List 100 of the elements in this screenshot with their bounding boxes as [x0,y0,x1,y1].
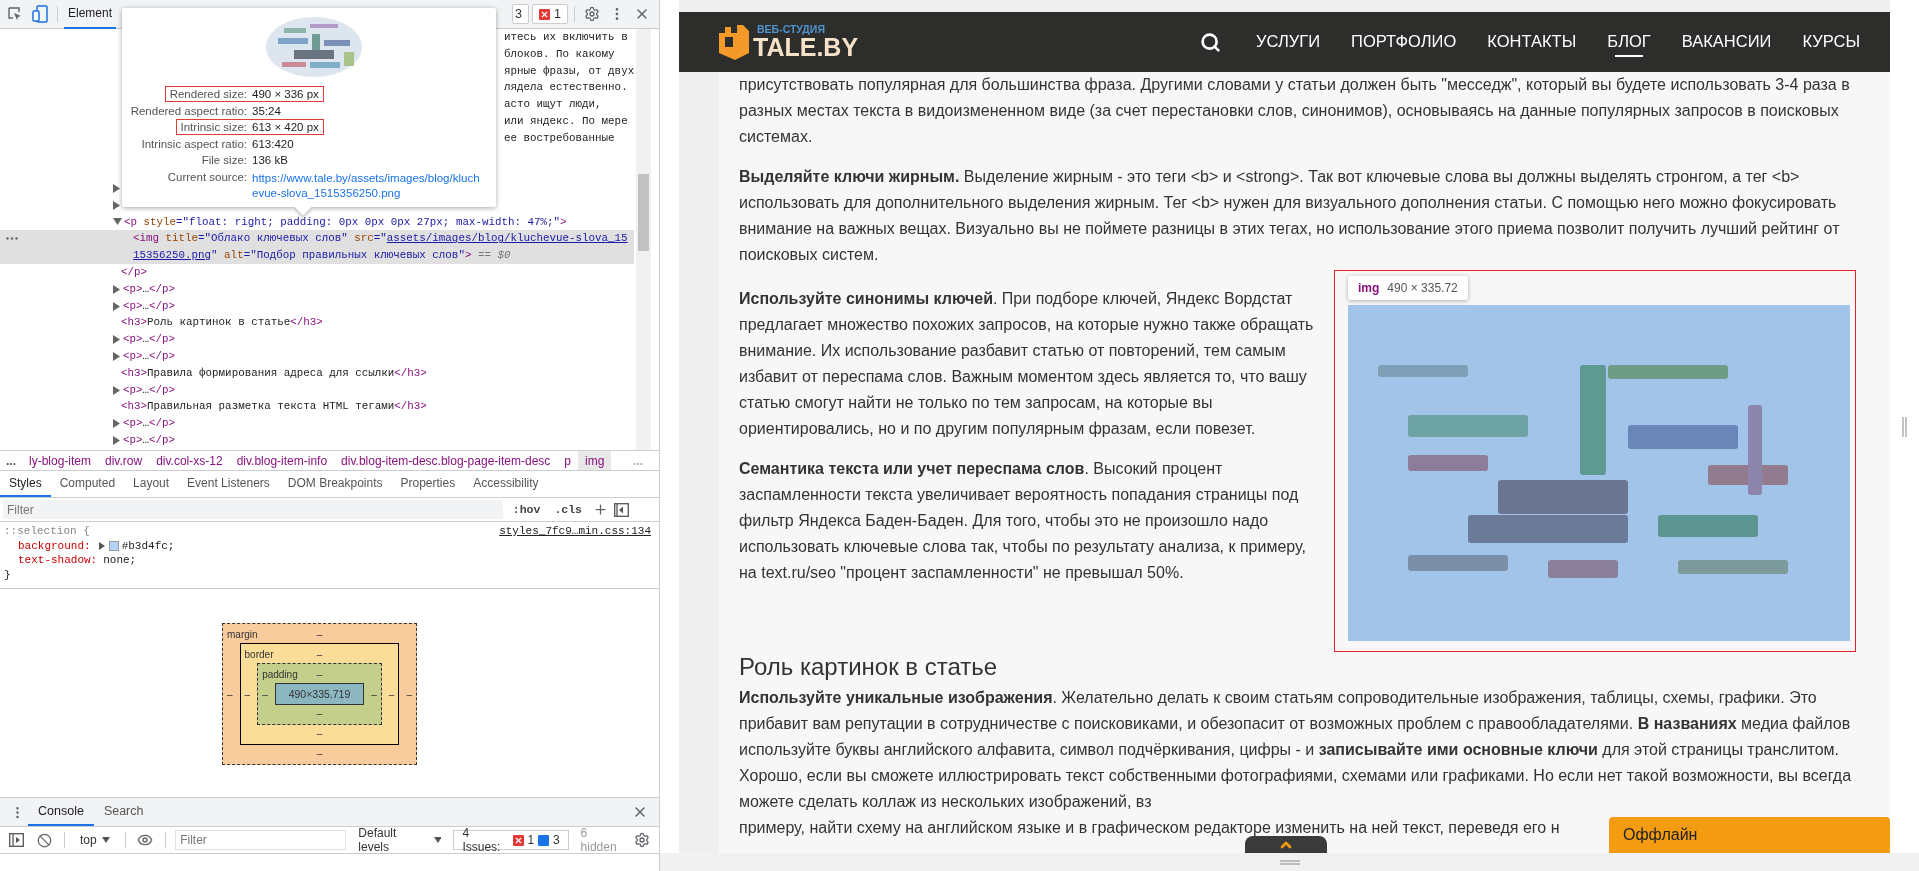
box-value: – [316,649,323,660]
tooltip-label: Intrinsic size: [175,119,252,135]
dom-node-text[interactable]: <p>…</p> [123,297,634,315]
dom-node-text[interactable]: <p>…</p> [123,415,634,432]
section-heading: Роль картинок в статье [739,652,999,682]
triangle-right-icon[interactable] [113,184,121,193]
console-filter-field[interactable]: Filter [175,830,347,850]
more-icon[interactable] [6,237,18,241]
tooltip-value: 613 × 420 px [252,119,324,135]
tooltip-label: File size: [200,153,248,168]
dom-node-text[interactable]: <h3>Правильная разметка текста HTML тегами</h3> [121,398,634,416]
hidden-count: 6 hidden [580,826,618,854]
tooltip-value: 613:420 [252,136,295,152]
dom-node-text[interactable]: </p> [121,264,634,281]
errors-badge[interactable]: 1 [532,4,568,24]
sidebar-tab[interactable]: DOM Breakpoints [278,471,392,497]
sidebar-tab[interactable]: Computed [50,471,125,497]
dom-text-line: лядела естественно. [504,80,628,96]
triangle-right-icon[interactable] [98,541,105,550]
triangle-right-icon[interactable] [113,301,121,311]
css-selector: ::selection { [4,524,90,539]
sidebar-tab[interactable]: Styles [0,471,51,497]
search-icon[interactable] [1200,31,1222,53]
styles-option-button[interactable]: :hov [508,503,545,516]
dom-node-text[interactable]: <p>…</p> [123,280,634,298]
breadcrumb-more[interactable]: ... [0,451,22,470]
dom-node-text[interactable]: <p style="float: right; padding: 0px 0px 0px 27px; max-width: 47%;"> [124,213,634,231]
box-label: padding [262,669,299,680]
box-value: – [316,727,323,739]
dom-node-text[interactable]: <p>…</p> [123,331,634,348]
dom-node-text[interactable]: <img title="Облако ключевых слов" src="assets/images/blog/kluchevue-slova_1515356250.png" alt="Подбор правильных ключевых слов"> == $0 [133,230,634,264]
stylesheet-link[interactable]: styles_7fc9…min.css:134 [499,524,651,539]
article-paragraph: Выделяйте ключи жирным. Выделение жирным - это теги <b> и <strong>. Так вот ключевые слова вы должны выделять стронгом, а тег <b> использовать для дополнительного выделения жирным. Тег <b> нужен для визуального дополнения статьи. С помощью него можно фокусировать внимание на важных вещах. Визуально вы не поймете разницы в этих тегах, но использование этого приема позволит получить лучший рейтинг от поисковых систем. [739,167,1841,265]
scrollbar[interactable] [636,29,651,450]
tooltip-value: 136 kB [252,153,289,168]
levels-dropdown[interactable]: Default levels [352,826,448,854]
breadcrumb[interactable]: div.row [98,451,150,470]
castle-logo-icon[interactable] [717,23,751,61]
breadcrumb[interactable]: div.blog-item-desc.blog-page-item-desc [334,451,558,470]
dom-node-text[interactable]: <h3>Роль картинок в статье</h3> [121,314,634,332]
tooltip-label: Rendered size: [164,86,252,102]
breadcrumb[interactable]: img [578,451,612,470]
box-value: – [316,747,323,759]
box-label: margin [227,629,259,640]
dom-node-text[interactable]: <p>…</p> [123,381,634,399]
content-box: 490×335.719 [274,683,365,705]
device-icon[interactable] [29,3,51,25]
dom-node-text[interactable]: <p>…</p> [123,347,634,365]
styles-filter-field[interactable]: Filter [3,500,503,519]
panel-tab[interactable]: Element [64,0,117,29]
drawer-tab[interactable]: Console [28,798,94,826]
dom-text-line: ярные фразы, от двух [504,63,635,79]
scroll-top-button[interactable] [1245,836,1327,853]
article-paragraph: Используйте синонимы ключей. При подборе ключей, Яндекс Вордстат предлагает множество похожих запросов, на которые нужно также обращать внимание. Их использование разбавит статью от повторений, тем самым избавит от переспама слов. Важным моментом здесь является то, что вашу статью смогут найти не только по тем запросам, на которые вы ориентировались, но и по другим популярным фразам, если повезет. [739,289,1315,439]
sidebar-tab[interactable]: Accessibility [464,471,548,497]
triangle-right-icon[interactable] [113,335,121,345]
breadcrumb[interactable]: ly-blog-item [22,451,99,470]
css-brace: } [4,567,11,582]
dom-node-text[interactable]: <h3>Правила формирования адреса для ссылки</h3> [121,364,634,382]
dom-text-line: итесь их включить в [504,30,628,45]
box-value: – [371,688,377,700]
triangle-right-icon[interactable] [113,419,121,429]
css-property: background: [18,538,91,553]
chat-widget[interactable]: Оффлайн [1609,817,1890,853]
sidebar-tab[interactable]: Layout [124,471,179,497]
article-paragraph: примеру, найти схему на английском языке и в графическом редакторе изменить на ней текст, переведя его н [739,818,1560,838]
sidebar-tab[interactable]: Properties [391,471,465,497]
box-value: – [316,707,323,719]
dom-node-text[interactable]: <p>…</p> [123,431,634,449]
issues-button[interactable]: 4 Issues: 1 3 [453,830,569,850]
styles-option-button[interactable]: .cls [550,503,586,516]
triangle-right-icon[interactable] [113,200,121,210]
triangle-right-icon[interactable] [113,284,121,294]
selected-dom-row[interactable]: <img title="Облако ключевых слов" src="assets/images/blog/kluchevue-slova_1515356250.png" alt="Подбор правильных ключевых слов"> == $0 [0,230,634,264]
dom-text-line: ее востребованные [504,130,615,146]
drawer-tab[interactable]: Search [93,798,154,826]
triangle-right-icon[interactable] [113,351,121,361]
article-paragraph: Семантика текста или учет переспама слов. Высокий процент заспамленности текста увеличивает вероятность попадания страницы под фильтр Яндекса Баден-Баден. Для того, чтобы это не произошло надо использовать ключевые слова так, чтобы по результату анализа, к примеру, на text.ru/seo "процент заспамленности" не превышал 50%. [739,459,1307,583]
breadcrumb[interactable]: div.blog-item-info [229,451,335,470]
tooltip-label: Current source: [166,169,248,185]
sidebar-tab[interactable]: Event Listeners [178,471,279,497]
sidebar-toggle-icon[interactable] [614,502,629,517]
dom-text-line: или яндекс. По мере [504,114,628,129]
tooltip-label: Rendered aspect ratio: [129,103,248,119]
resize-handle-icon[interactable] [1902,416,1907,437]
error-icon [512,834,524,846]
css-property: text-shadow: [18,553,98,568]
badge-size: 490 × 335.72 [1387,280,1458,297]
triangle-right-icon[interactable] [113,435,121,445]
logo-name[interactable]: TALE.BY [753,34,859,60]
triangle-right-icon[interactable] [113,385,121,395]
context-dropdown[interactable]: top [74,833,116,847]
resize-handle-icon[interactable] [1279,859,1300,865]
source-link[interactable]: https://www.tale.by/assets/images/blog/kluchevue-slova_1515356250.png [252,168,486,203]
box-value: – [262,688,268,700]
warnings-badge[interactable]: 3 [512,4,530,24]
breadcrumb[interactable]: p [557,451,578,470]
breadcrumb[interactable]: div.col-xs-12 [149,451,230,470]
triangle-down-icon[interactable] [113,217,122,226]
color-swatch[interactable] [108,540,119,551]
